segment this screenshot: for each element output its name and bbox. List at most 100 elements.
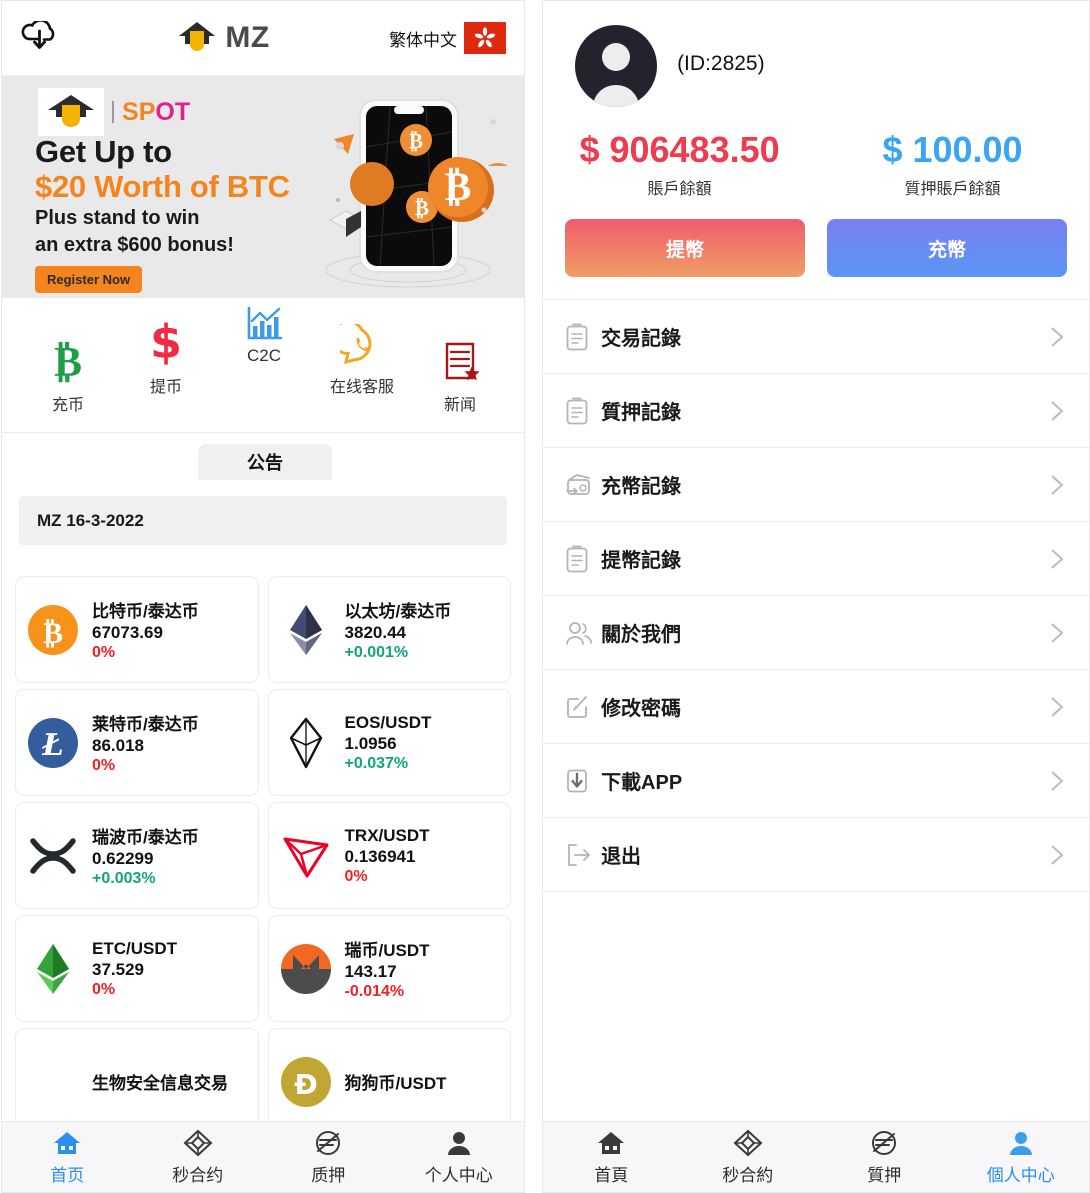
menu-item-logout[interactable]: 退出 <box>543 818 1089 892</box>
announcement-item[interactable]: MZ 16-3-2022 <box>19 496 508 545</box>
market-price: 143.17 <box>344 962 397 981</box>
market-row[interactable]: EOS/USDT 1.0956 +0.037% <box>267 689 512 796</box>
market-name: 狗狗币/USDT <box>344 1074 447 1093</box>
market-change: +0.003% <box>92 870 156 887</box>
menu-item-withdraw-records[interactable]: 提幣記錄 <box>543 522 1089 596</box>
deposit-button[interactable]: 充幣 <box>827 219 1067 277</box>
home-screen-panel: MZ 繁体中文 SPOT Get Up to $20 Worth of BTC … <box>1 0 526 1193</box>
nav-label: 个人中心 <box>424 1166 493 1185</box>
tron-coin-icon <box>279 829 333 883</box>
wallet-in-icon <box>565 472 599 498</box>
eos-coin-icon <box>279 716 333 770</box>
menu-label: 質押記錄 <box>601 402 682 424</box>
spot-logo-icon <box>38 88 104 136</box>
menu-item-change-password[interactable]: 修改密碼 <box>543 670 1089 744</box>
quick-menu-item-support[interactable]: 在线客服 <box>310 314 414 397</box>
person-icon <box>394 1128 525 1158</box>
svg-text:₿: ₿ <box>409 129 423 153</box>
svg-text:₿: ₿ <box>43 616 63 651</box>
quick-menu-label: 在线客服 <box>329 379 394 396</box>
chevron-right-icon <box>1047 397 1067 425</box>
market-name: 比特币/泰达币 <box>92 602 199 621</box>
user-avatar-icon[interactable] <box>575 25 658 107</box>
language-selector[interactable]: 繁体中文 <box>389 22 507 54</box>
quick-menu-item-c2c[interactable]: C2C <box>212 292 316 366</box>
avatar-row: (ID:2825) <box>543 25 1089 107</box>
chevron-right-icon <box>1047 693 1067 721</box>
menu-item-download-app[interactable]: 下載APP <box>543 744 1089 818</box>
nav-item-contract[interactable]: 秒合约 <box>133 1128 264 1186</box>
bottom-nav: 首頁 秒合約 質押 個人中心 <box>543 1121 1089 1192</box>
market-name: EOS/USDT <box>344 712 432 732</box>
mz-logo-icon <box>175 18 219 58</box>
nav-item-home[interactable]: 首頁 <box>543 1128 679 1186</box>
market-row[interactable]: 以太坊/泰达币 3820.44 +0.001% <box>267 576 512 683</box>
banner-line-4: an extra $600 bonus! <box>35 234 234 256</box>
market-row[interactable]: 生物安全信息交易 <box>15 1028 259 1135</box>
action-buttons-row: 提幣 充幣 <box>543 199 1089 299</box>
chevron-right-icon <box>1047 619 1067 647</box>
balance-row: $ 906483.50 賬戶餘額 $ 100.00 質押賬戶餘額 <box>543 129 1089 199</box>
menu-item-stake-records[interactable]: 質押記錄 <box>543 374 1089 448</box>
stake-balance-cell: $ 100.00 質押賬戶餘額 <box>816 129 1089 199</box>
clipboard-icon <box>565 397 599 425</box>
market-row[interactable]: ETC/USDT 37.529 0% <box>15 915 259 1022</box>
menu-item-trade-records[interactable]: 交易記錄 <box>543 300 1089 374</box>
market-change: 0% <box>92 757 116 774</box>
ripple-coin-icon <box>26 829 80 883</box>
market-change: 0% <box>92 644 116 661</box>
bitcoin-coin-icon: ₿ <box>26 603 80 657</box>
withdraw-button[interactable]: 提幣 <box>565 219 806 277</box>
nav-label: 質押 <box>867 1166 902 1185</box>
market-row[interactable]: 瑞币/USDT 143.17 -0.014% <box>267 915 512 1022</box>
nav-item-profile[interactable]: 個人中心 <box>953 1128 1089 1186</box>
nav-item-profile[interactable]: 个人中心 <box>394 1128 525 1186</box>
market-row[interactable]: Ł 莱特币/泰达币 86.018 0% <box>15 689 259 796</box>
logo-divider <box>112 101 114 123</box>
market-price: 3820.44 <box>344 623 406 642</box>
nav-item-stake[interactable]: 质押 <box>263 1128 394 1186</box>
clipboard-icon <box>565 323 599 351</box>
app-header: MZ 繁体中文 <box>2 1 525 76</box>
menu-label: 修改密碼 <box>601 698 682 720</box>
nav-item-contract[interactable]: 秒合約 <box>680 1128 816 1186</box>
announcement-tab[interactable]: 公告 <box>198 444 332 480</box>
quick-menu-item-withdraw[interactable]: $ 提币 <box>114 314 218 397</box>
svg-text:Ł: Ł <box>41 728 63 763</box>
market-row[interactable]: Ð 狗狗币/USDT <box>267 1028 512 1135</box>
whatsapp-icon <box>310 314 414 368</box>
menu-item-deposit-records[interactable]: 充幣記錄 <box>543 448 1089 522</box>
market-row[interactable]: TRX/USDT 0.136941 0% <box>267 802 512 909</box>
quick-menu-label: 提币 <box>149 379 182 396</box>
account-balance-label: 賬戶餘額 <box>647 181 712 198</box>
nav-label: 秒合约 <box>172 1166 224 1185</box>
nav-label: 质押 <box>311 1166 346 1185</box>
market-row[interactable]: 瑞波币/泰达币 0.62299 +0.003% <box>15 802 259 909</box>
bio-coin-icon <box>26 1055 80 1109</box>
market-row[interactable]: ₿ 比特币/泰达币 67073.69 0% <box>15 576 259 683</box>
brand-logo: MZ <box>56 18 389 58</box>
market-name: 以太坊/泰达币 <box>344 602 452 621</box>
ethereum-coin-icon <box>279 603 333 657</box>
svg-text:₿: ₿ <box>54 340 82 386</box>
chevron-right-icon <box>1047 323 1067 351</box>
menu-label: 退出 <box>601 846 642 868</box>
dollar-icon: $ <box>114 314 218 368</box>
svg-text:₿: ₿ <box>445 164 472 210</box>
nav-item-home[interactable]: 首页 <box>2 1128 133 1186</box>
market-name: 瑞币/USDT <box>344 941 430 960</box>
menu-item-about-us[interactable]: 關於我們 <box>543 596 1089 670</box>
quick-menu-item-news[interactable]: 新闻 <box>408 332 512 415</box>
news-icon <box>408 332 512 386</box>
quick-menu-label: 新闻 <box>443 397 476 414</box>
quick-menu-item-deposit[interactable]: ₿ 充币 <box>16 332 120 415</box>
market-name: 生物安全信息交易 <box>92 1074 228 1093</box>
promo-banner[interactable]: SPOT Get Up to $20 Worth of BTC Plus sta… <box>2 76 525 298</box>
register-now-button[interactable]: Register Now <box>35 266 143 293</box>
nav-item-stake[interactable]: 質押 <box>816 1128 952 1186</box>
home-icon <box>543 1128 679 1158</box>
stake-balance-amount: $ 100.00 <box>882 129 1023 170</box>
contract-icon <box>133 1128 264 1158</box>
logout-icon <box>565 842 599 868</box>
menu-label: 交易記錄 <box>601 328 682 350</box>
